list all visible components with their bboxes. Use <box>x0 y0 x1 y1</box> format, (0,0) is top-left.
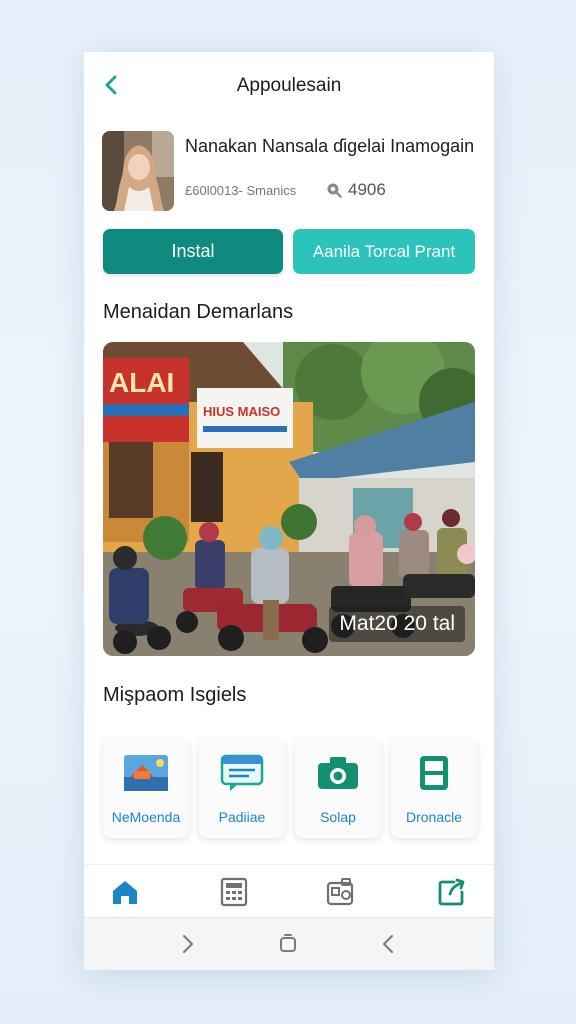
system-navigation-bar <box>84 918 494 970</box>
secondary-action-button[interactable]: Aanila Torcal Prant <box>293 229 475 274</box>
tab-edit[interactable] <box>436 876 468 908</box>
street-photo[interactable]: ALAI HIUS MAISO Mat20 20 tal <box>103 342 475 656</box>
feature-label: Padiiae <box>218 809 266 825</box>
app-profile: Nanakan Nansala ɗigelai Inamogain £60l00… <box>102 131 482 211</box>
feature-tile-dronacle[interactable]: Dronacle <box>391 738 477 838</box>
feature-tile-nemoenda[interactable]: NeMoenda <box>103 738 189 838</box>
scene-picture-icon <box>124 755 168 791</box>
camera-icon <box>318 757 358 789</box>
app-meta: £60l0013- Smanics <box>185 183 297 198</box>
banner-right-text: HIUS MAISO <box>203 404 280 419</box>
nav-back-button[interactable] <box>376 932 400 956</box>
feature-tile-solap[interactable]: Solap <box>295 738 381 838</box>
rating: 4906 <box>326 180 386 200</box>
feature-tile-padiiae[interactable]: Padiiae <box>199 738 285 838</box>
page-title: Appoulesain <box>236 75 342 96</box>
calculator-icon <box>220 877 248 907</box>
chevron-left-icon <box>383 935 393 953</box>
feature-label: Solap <box>320 809 356 825</box>
chevron-right-icon <box>183 935 193 953</box>
app-screen: Appoulesain Nanakan Nansala ɗigelai Inam… <box>84 52 494 970</box>
home-icon <box>113 881 137 904</box>
split-square-icon <box>420 756 448 790</box>
tab-calculator[interactable] <box>218 876 250 908</box>
gallery-section-title: Menaidan Demarlans <box>103 301 294 323</box>
nav-forward-button[interactable] <box>176 932 200 956</box>
features-section-title: Mişpaom Isgiels <box>103 684 247 706</box>
feature-label: Dronacle <box>405 809 463 825</box>
avatar <box>102 131 174 211</box>
photo-caption: Mat20 20 tal <box>329 606 465 642</box>
feature-tiles: NeMoenda Padiiae Solap Dronacle <box>103 738 477 838</box>
square-home-icon <box>280 934 296 952</box>
tab-home[interactable] <box>109 876 141 908</box>
tab-gallery[interactable] <box>324 876 356 908</box>
gallery-icon <box>326 878 354 906</box>
feature-label: NeMoenda <box>111 809 181 825</box>
bottom-tab-bar <box>84 864 494 918</box>
install-button[interactable]: Instal <box>103 229 283 274</box>
edit-share-icon <box>438 878 465 906</box>
search-badge-icon <box>327 183 342 198</box>
chat-list-icon <box>220 754 264 791</box>
nav-home-button[interactable] <box>276 932 300 956</box>
rating-value: 4906 <box>348 180 386 199</box>
app-name: Nanakan Nansala ɗigelai Inamogain <box>185 136 475 156</box>
banner-left-text: ALAI <box>109 367 174 398</box>
app-header: Appoulesain <box>84 52 494 120</box>
